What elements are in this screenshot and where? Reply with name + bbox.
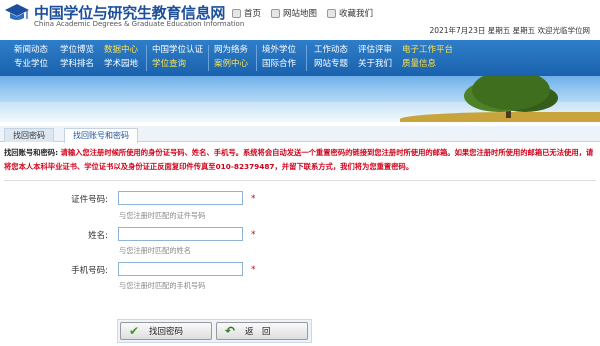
- divider: [4, 180, 596, 181]
- name-label: 姓名:: [88, 231, 108, 241]
- nav-item[interactable]: 网站专题: [314, 57, 348, 71]
- nav-column-7: 工作动态 网站专题: [314, 43, 348, 71]
- nav-item[interactable]: 学位查询: [152, 57, 203, 71]
- nav-divider: [146, 45, 147, 71]
- home-link[interactable]: 首页: [232, 7, 261, 19]
- checkmark-icon: ✔: [128, 324, 140, 338]
- nav-column-9: 电子工作平台 质量信息: [402, 43, 453, 71]
- tab-recover-password[interactable]: 找回密码: [4, 128, 54, 142]
- page: 中国学位与研究生教育信息网 China Academic Degrees & G…: [0, 0, 600, 346]
- header-banner-image: [0, 76, 600, 122]
- name-hint: 与您注册时匹配的姓名: [119, 246, 191, 255]
- nav-item[interactable]: 专业学位: [14, 57, 48, 71]
- phone-input[interactable]: [118, 262, 243, 276]
- required-mark: *: [251, 194, 256, 204]
- nav-item[interactable]: 新闻动态: [14, 43, 48, 57]
- date-welcome-text: 2021年7月23日 星期五 星期五 欢迎光临学位网: [429, 26, 590, 35]
- nav-item[interactable]: 网为络务: [214, 43, 248, 57]
- favorite-icon: [327, 8, 337, 18]
- phone-hint: 与您注册时匹配的手机号码: [119, 281, 206, 290]
- back-label: 返 回: [245, 327, 271, 337]
- nav-column-1: 新闻动态 专业学位: [14, 43, 48, 71]
- name-input[interactable]: [118, 227, 243, 241]
- sitemap-icon: [271, 8, 281, 18]
- nav-divider: [306, 45, 307, 71]
- return-arrow-icon: ↶: [224, 324, 236, 338]
- nav-item[interactable]: 质量信息: [402, 57, 453, 71]
- favorite-link[interactable]: 收藏我们: [327, 7, 373, 19]
- phone-label: 手机号码:: [71, 266, 108, 276]
- notice-text: 请输入您注册时候所使用的身份证号码、姓名、手机号。系统将会自动发送一个重置密码的…: [4, 148, 594, 171]
- required-mark: *: [251, 230, 256, 240]
- id-number-label: 证件号码:: [71, 195, 108, 205]
- home-icon: [232, 8, 241, 18]
- nav-column-6: 境外学位 国际合作: [262, 43, 296, 71]
- back-button[interactable]: ↶ 返 回: [216, 322, 308, 340]
- nav-column-5: 网为络务 案例中心: [214, 43, 248, 71]
- nav-column-2: 学位博览 学科排名: [60, 43, 94, 71]
- notice-title: 找回账号和密码:: [4, 148, 58, 157]
- recover-password-label: 找回密码: [149, 327, 184, 337]
- nav-item[interactable]: 评估评审: [358, 43, 392, 57]
- top-links: 首页 网站地图 收藏我们: [232, 7, 373, 19]
- nav-item[interactable]: 数据中心: [104, 43, 138, 57]
- nav-item[interactable]: 境外学位: [262, 43, 296, 57]
- nav-item[interactable]: 学科排名: [60, 57, 94, 71]
- nav-item[interactable]: 国际合作: [262, 57, 296, 71]
- required-mark: *: [251, 265, 256, 275]
- nav-item[interactable]: 电子工作平台: [402, 43, 453, 57]
- nav-item[interactable]: 学术园地: [104, 57, 138, 71]
- nav-item[interactable]: 中国学位认证: [152, 43, 203, 57]
- id-number-hint: 与您注册时匹配的证件号码: [119, 211, 206, 220]
- graduation-cap-logo-icon: [5, 4, 29, 20]
- nav-item[interactable]: 案例中心: [214, 57, 248, 71]
- nav-item[interactable]: 关于我们: [358, 57, 392, 71]
- sitemap-link[interactable]: 网站地图: [271, 7, 317, 19]
- site-subtitle: China Academic Degrees & Graduate Educat…: [34, 20, 245, 28]
- nav-column-4: 中国学位认证 学位查询: [152, 43, 203, 71]
- nav-item[interactable]: 学位博览: [60, 43, 94, 57]
- instructions-notice: 找回账号和密码: 请输入您注册时候所使用的身份证号码、姓名、手机号。系统将会自动…: [4, 146, 596, 174]
- banner-field: [400, 112, 600, 122]
- main-nav: 新闻动态 专业学位 学位博览 学科排名 数据中心 学术园地 中国学位认证 学位查…: [0, 40, 600, 76]
- recover-password-button[interactable]: ✔ 找回密码: [120, 322, 212, 340]
- nav-column-3: 数据中心 学术园地: [104, 43, 138, 71]
- nav-divider: [256, 45, 257, 71]
- tab-bar: 找回密码 找回账号和密码: [0, 126, 600, 143]
- id-number-input[interactable]: [118, 191, 243, 205]
- nav-item[interactable]: 工作动态: [314, 43, 348, 57]
- site-header: 中国学位与研究生教育信息网 China Academic Degrees & G…: [0, 0, 600, 38]
- tab-recover-account-password[interactable]: 找回账号和密码: [64, 128, 138, 143]
- nav-divider: [208, 45, 209, 71]
- nav-column-8: 评估评审 关于我们: [358, 43, 392, 71]
